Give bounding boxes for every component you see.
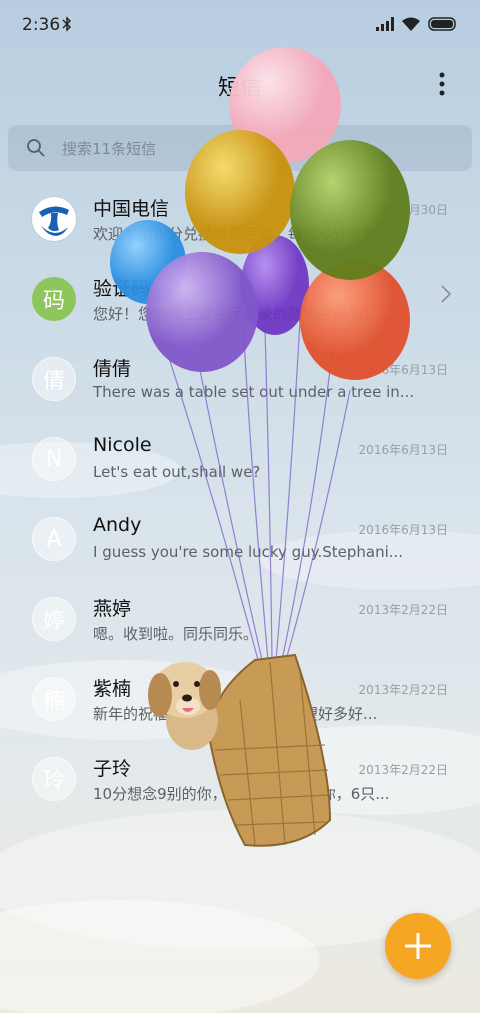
message-date: 2013年2月22日	[358, 683, 448, 697]
avatar: 楠	[32, 677, 76, 721]
message-preview: Let's eat out,shall we?	[93, 463, 261, 481]
message-preview: There was a table set out under a tree i…	[93, 383, 413, 401]
conversation-item[interactable]: 婷 燕婷 2013年2月22日 嗯。收到啦。同乐同乐。	[0, 582, 480, 662]
message-date: 2013年2月22日	[358, 603, 448, 617]
plus-icon	[405, 933, 431, 959]
contact-name: 验证码	[93, 278, 151, 300]
contact-name: 倩倩	[93, 358, 132, 380]
avatar: 婷	[32, 597, 76, 641]
conversation-item[interactable]: 楠 紫楠 2013年2月22日 新年的祝福数不胜数，新年的愿望好多好...	[0, 662, 480, 742]
page-title: 短信	[217, 76, 262, 101]
contact-name: 燕婷	[93, 598, 132, 620]
message-preview: 10分想念9别的你，8张照片7张是你，6只...	[93, 785, 390, 803]
battery-icon	[428, 17, 456, 31]
wifi-icon	[402, 17, 420, 31]
search-icon	[27, 139, 45, 157]
conversation-item[interactable]: 玲 子玲 2013年2月22日 10分想念9别的你，8张照片7张是你，6只...	[0, 742, 480, 822]
conversation-item[interactable]: 中国电信 2017年6月30日 欢迎参加积分兑换话费活动，每500分可兑...	[0, 182, 480, 262]
china-telecom-logo-icon	[33, 198, 75, 240]
message-date: 2016年6月13日	[358, 443, 448, 457]
message-preview: I guess you're some lucky guy.Stephani..…	[93, 543, 404, 561]
conversation-item[interactable]: N Nicole 2016年6月13日 Let's eat out,shall …	[0, 422, 480, 502]
message-preview: 您好！您的网上营业厅登录的随机密码为：...	[93, 305, 393, 323]
signal-icon	[376, 17, 394, 31]
status-bar: 2:36	[0, 0, 480, 52]
contact-name: Andy	[93, 514, 142, 536]
conversation-item[interactable]: A Andy 2016年6月13日 I guess you're some lu…	[0, 502, 480, 582]
avatar: 码	[32, 277, 76, 321]
avatar: N	[32, 437, 76, 481]
conversation-item[interactable]: 倩 倩倩 2016年6月13日 There was a table set ou…	[0, 342, 480, 422]
contact-name: 中国电信	[93, 198, 170, 220]
avatar	[32, 197, 76, 241]
compose-message-button[interactable]	[385, 913, 451, 979]
message-date: 2017年6月30日	[358, 203, 448, 217]
message-preview: 新年的祝福数不胜数，新年的愿望好多好...	[93, 705, 378, 723]
bluetooth-icon	[62, 16, 72, 36]
search-placeholder: 搜索11条短信	[62, 140, 157, 158]
contact-name: 紫楠	[93, 678, 132, 700]
conversation-item[interactable]: 码 验证码 您好！您的网上营业厅登录的随机密码为：...	[0, 262, 480, 342]
message-date: 2016年6月13日	[358, 523, 448, 537]
contact-name: 子玲	[93, 758, 132, 780]
message-preview: 嗯。收到啦。同乐同乐。	[93, 625, 259, 643]
status-time: 2:36	[22, 15, 61, 35]
avatar: A	[32, 517, 76, 561]
chevron-right-icon	[441, 285, 452, 303]
message-preview: 欢迎参加积分兑换话费活动，每500分可兑...	[93, 225, 391, 243]
more-vertical-icon	[439, 72, 445, 96]
search-bar[interactable]: 搜索11条短信	[8, 125, 472, 171]
message-date: 2013年2月22日	[358, 763, 448, 777]
status-icons	[376, 17, 458, 31]
avatar: 玲	[32, 757, 76, 801]
avatar: 倩	[32, 357, 76, 401]
message-date: 2016年6月13日	[358, 363, 448, 377]
more-options-button[interactable]	[432, 70, 452, 98]
contact-name: Nicole	[93, 434, 152, 456]
